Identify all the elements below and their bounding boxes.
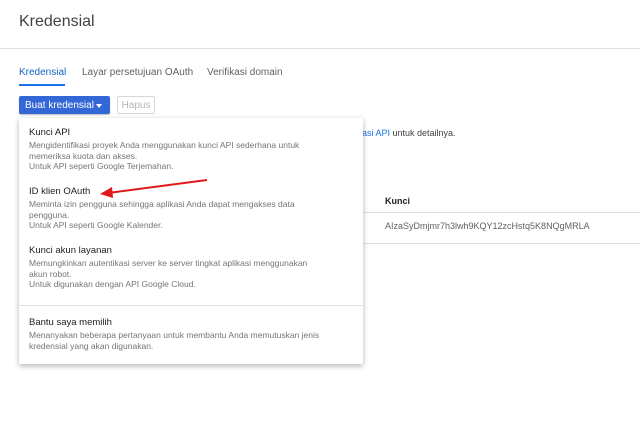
menu-item-description: Mengidentifikasi proyek Anda menggunakan… [29,140,300,171]
api-key-value: AIzaSyDmjmr7h3lwh9KQY12zcHstq5K8NQgMRLA [385,221,590,231]
api-docs-link[interactable]: asi API [362,128,390,138]
menu-item-title: Kunci akun layanan [29,245,112,256]
menu-divider [19,305,363,306]
active-tab-indicator [19,84,65,86]
menu-item-title: Bantu saya memilih [29,317,112,328]
caret-down-icon [96,104,102,108]
page-header: Kredensial [0,0,640,49]
menu-item-service-account-key[interactable]: Kunci akun layanan Memungkinkan autentik… [19,245,363,301]
menu-item-description: Meminta izin pengguna sehingga aplikasi … [29,199,295,230]
create-credentials-menu: Kunci API Mengidentifikasi proyek Anda m… [19,118,363,364]
info-text: asi API untuk detailnya. [362,128,456,138]
menu-item-description: Menanyakan beberapa pertanyaan untuk mem… [29,330,320,351]
key-column-header: Kunci [385,196,411,206]
tab-domain-verification[interactable]: Verifikasi domain [207,67,283,78]
menu-item-oauth-client-id[interactable]: ID klien OAuth Meminta izin pengguna seh… [19,186,363,242]
tab-oauth-consent[interactable]: Layar persetujuan OAuth [82,67,193,78]
table-divider [362,212,640,213]
menu-item-title: ID klien OAuth [29,186,91,197]
delete-button[interactable]: Hapus [117,96,155,114]
menu-item-title: Kunci API [29,127,71,138]
tab-credentials[interactable]: Kredensial [19,67,66,78]
menu-item-help-me-choose[interactable]: Bantu saya memilih Menanyakan beberapa p… [19,317,363,361]
table-divider [362,243,640,244]
create-credentials-label: Buat kredensial [25,99,94,111]
create-credentials-button[interactable]: Buat kredensial [19,96,110,114]
menu-item-description: Memungkinkan autentikasi server ke serve… [29,258,308,289]
menu-item-api-key[interactable]: Kunci API Mengidentifikasi proyek Anda m… [19,127,363,183]
tab-bar: Kredensial Layar persetujuan OAuth Verif… [0,62,640,88]
info-text-suffix: untuk detailnya. [390,128,456,138]
page-title: Kredensial [19,13,95,30]
